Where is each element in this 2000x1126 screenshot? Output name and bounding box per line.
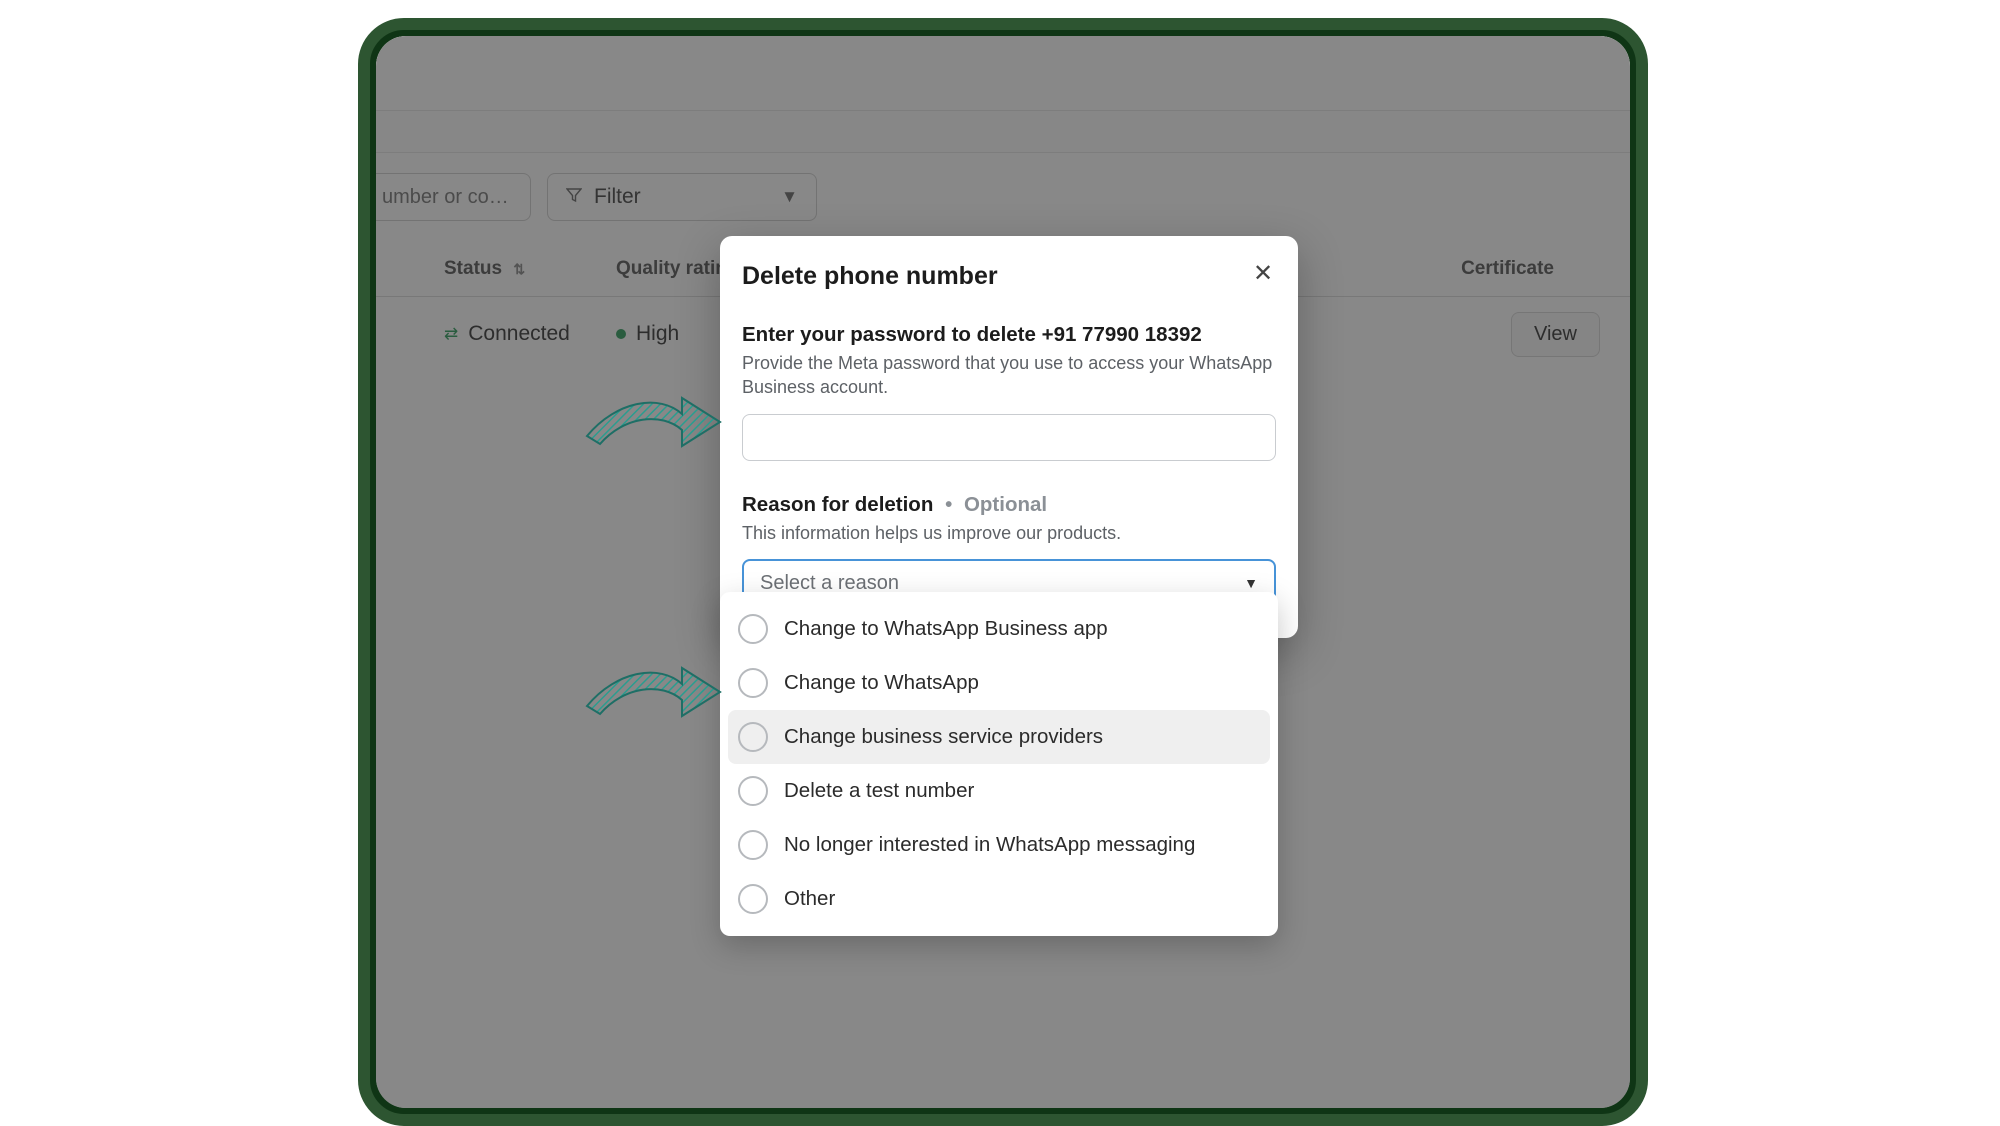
radio-icon bbox=[738, 668, 768, 698]
reason-option[interactable]: Change to WhatsApp Business app bbox=[728, 602, 1270, 656]
reason-option-label: Delete a test number bbox=[784, 779, 974, 803]
device-frame: umber or co… Filter ▼ Stat bbox=[358, 18, 1648, 1126]
password-section: Enter your password to delete +91 77990 … bbox=[742, 323, 1276, 461]
radio-icon bbox=[738, 614, 768, 644]
close-icon: ✕ bbox=[1253, 259, 1273, 288]
reason-option[interactable]: Change business service providers bbox=[728, 710, 1270, 764]
delete-phone-modal: Delete phone number ✕ Enter your passwor… bbox=[720, 236, 1298, 638]
reason-label: Reason for deletion • Optional bbox=[742, 493, 1276, 517]
reason-option-label: Change to WhatsApp bbox=[784, 671, 979, 695]
reason-option[interactable]: No longer interested in WhatsApp messagi… bbox=[728, 818, 1270, 872]
reason-option-label: No longer interested in WhatsApp messagi… bbox=[784, 833, 1195, 857]
radio-icon bbox=[738, 722, 768, 752]
reason-option[interactable]: Change to WhatsApp bbox=[728, 656, 1270, 710]
reason-dropdown-list: Change to WhatsApp Business app Change t… bbox=[720, 592, 1278, 936]
radio-icon bbox=[738, 776, 768, 806]
reason-option-label: Change to WhatsApp Business app bbox=[784, 617, 1108, 641]
reason-option[interactable]: Other bbox=[728, 872, 1270, 926]
modal-title: Delete phone number bbox=[742, 262, 1276, 291]
optional-tag: Optional bbox=[964, 493, 1047, 516]
separator-dot: • bbox=[945, 493, 952, 516]
reason-option[interactable]: Delete a test number bbox=[728, 764, 1270, 818]
app-viewport: umber or co… Filter ▼ Stat bbox=[376, 36, 1630, 1108]
reason-option-label: Change business service providers bbox=[784, 725, 1103, 749]
reason-label-text: Reason for deletion bbox=[742, 493, 933, 516]
password-input[interactable] bbox=[742, 414, 1276, 461]
password-label: Enter your password to delete +91 77990 … bbox=[742, 323, 1276, 347]
password-help: Provide the Meta password that you use t… bbox=[742, 351, 1276, 400]
radio-icon bbox=[738, 830, 768, 860]
reason-option-label: Other bbox=[784, 887, 835, 911]
close-button[interactable]: ✕ bbox=[1248, 258, 1278, 288]
radio-icon bbox=[738, 884, 768, 914]
reason-section: Reason for deletion • Optional This info… bbox=[742, 493, 1276, 608]
reason-help: This information helps us improve our pr… bbox=[742, 521, 1276, 545]
chevron-down-icon: ▼ bbox=[1244, 575, 1258, 591]
